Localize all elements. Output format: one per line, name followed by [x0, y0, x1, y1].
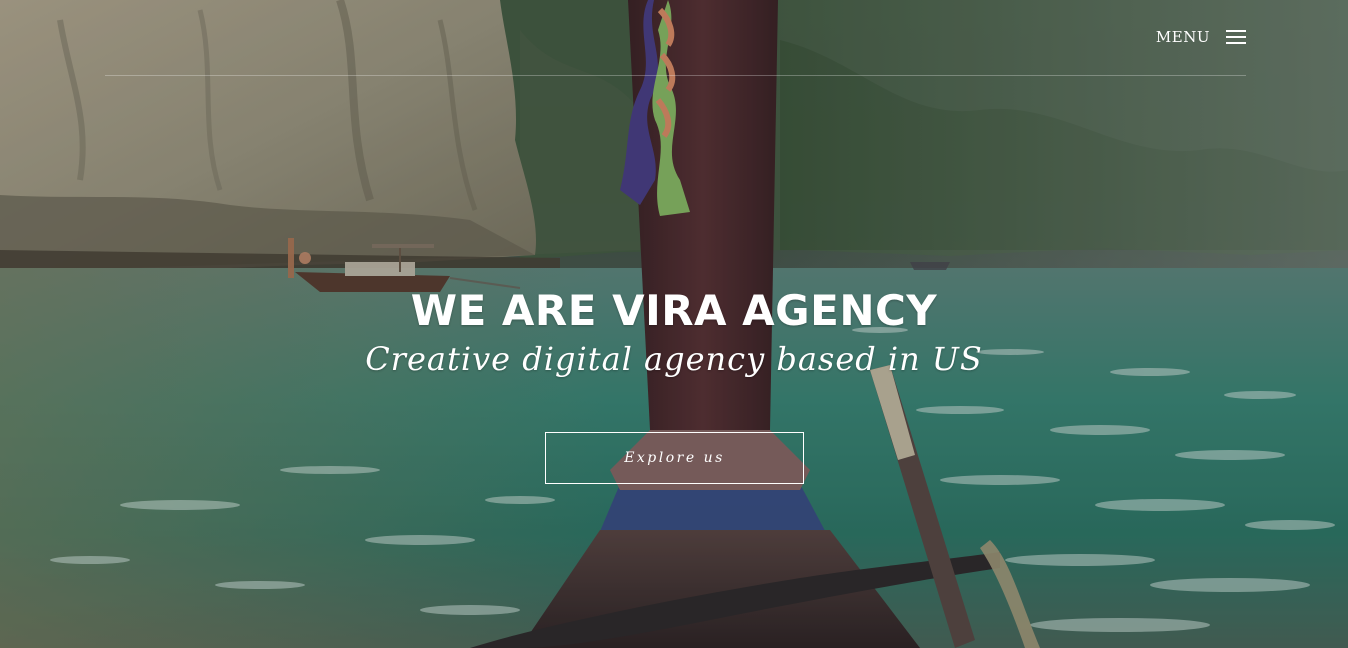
hero-title: WE ARE VIRA AGENCY — [410, 286, 938, 335]
menu-label: MENU — [1155, 28, 1210, 46]
explore-us-button[interactable]: Explore us — [545, 432, 804, 484]
hamburger-icon[interactable] — [1226, 30, 1246, 44]
top-navigation: MENU — [105, 0, 1246, 76]
hamburger-line-top — [1226, 30, 1246, 32]
hero-section: MENU WE ARE VIRA AGENCY Creative digital… — [0, 0, 1348, 648]
hamburger-line-middle — [1226, 36, 1246, 38]
hero-subtitle: Creative digital agency based in US — [365, 340, 983, 378]
menu-button[interactable]: MENU — [1156, 28, 1246, 46]
hamburger-line-bottom — [1226, 42, 1246, 44]
